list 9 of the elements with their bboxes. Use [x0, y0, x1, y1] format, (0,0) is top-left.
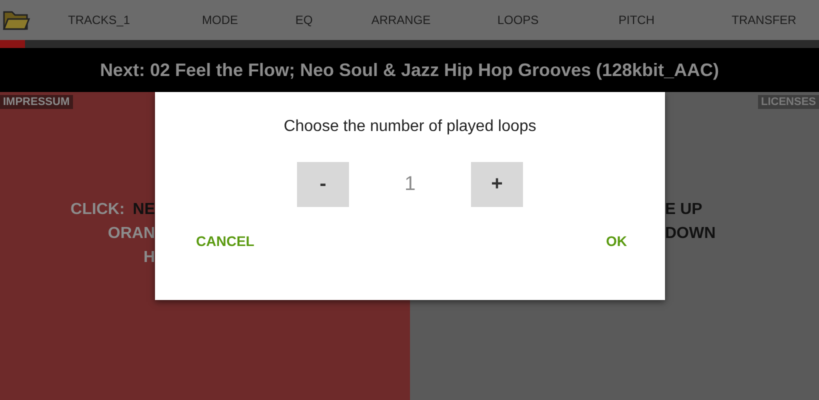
instruction-text: DOWN — [665, 224, 716, 243]
next-track-text: Next: 02 Feel the Flow; Neo Soul & Jazz Hip Hop Grooves (128kbit_AAC) — [100, 60, 720, 80]
instruction-text: CLICK: — [70, 200, 125, 219]
instruction-text: H — [143, 248, 155, 267]
instruction-text: E UP — [665, 200, 702, 219]
instruction-text: ORAN — [108, 224, 155, 243]
instruction-text: NE — [132, 200, 155, 219]
loop-count: 1 — [403, 173, 417, 196]
dialog-title: Choose the number of played loops — [284, 118, 536, 136]
